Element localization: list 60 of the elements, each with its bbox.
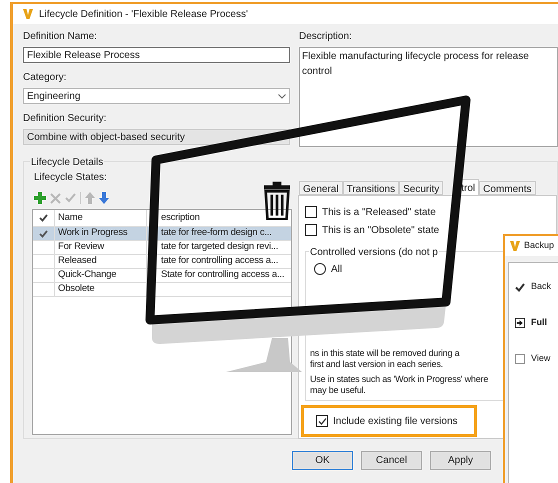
state-row[interactable]: For Review tate for targeted design revi... xyxy=(33,241,291,255)
column-header[interactable]: escription xyxy=(147,210,291,226)
name-field[interactable]: Flexible Release Process xyxy=(23,47,290,63)
column-header[interactable]: Name xyxy=(55,210,147,226)
dialog-button[interactable]: OK xyxy=(292,451,353,470)
field-label: Lifecycle States: xyxy=(33,171,108,185)
trash-icon xyxy=(262,180,292,220)
dialog-button[interactable]: Apply xyxy=(430,451,491,470)
group-title: Controlled versions (do not p xyxy=(309,245,439,260)
table-cell: Released xyxy=(55,255,147,268)
caret-icon xyxy=(278,94,286,98)
option-label: Back xyxy=(531,280,552,294)
group-title: Lifecycle Details xyxy=(30,155,104,170)
table-cell: Quick-Change xyxy=(55,269,147,282)
table-cell: State for controlling access a... xyxy=(161,269,284,282)
tab[interactable]: Security xyxy=(399,181,444,195)
table-cell: tate for free-form design c... xyxy=(161,227,272,240)
dialog-button[interactable]: Cancel xyxy=(361,451,422,470)
check-icon xyxy=(39,214,48,222)
checkbox[interactable] xyxy=(515,354,525,364)
tab[interactable]: Comments xyxy=(479,181,536,195)
note-text: may be useful. xyxy=(310,385,366,396)
add-icon[interactable] xyxy=(34,192,46,204)
state-row[interactable]: Work in Progress tate for free-form design c... xyxy=(33,227,291,241)
checkbox-label: This is an "Obsolete" state xyxy=(322,224,440,238)
table-cell: For Review xyxy=(55,241,147,254)
table-cell: tate for targeted design revi... xyxy=(161,241,278,254)
category-dropdown[interactable]: Engineering xyxy=(23,88,290,104)
check-icon xyxy=(515,282,525,292)
field-label: Definition Security: xyxy=(23,112,108,126)
option-label: View xyxy=(531,352,550,366)
app-logo-icon xyxy=(23,9,33,19)
radio-label: All xyxy=(331,262,342,276)
checkbox[interactable] xyxy=(305,224,317,236)
radio-button[interactable] xyxy=(314,263,326,275)
state-row[interactable]: Obsolete xyxy=(33,283,291,297)
window-title: Lifecycle Definition - 'Flexible Release Process' xyxy=(39,8,248,22)
checkbox[interactable] xyxy=(305,206,317,218)
state-row[interactable]: Released tate for controlling access a... xyxy=(33,255,291,269)
table-cell: Obsolete xyxy=(55,283,147,296)
app-logo-icon xyxy=(510,241,520,251)
checkbox[interactable] xyxy=(316,415,328,427)
state-row[interactable]: Quick-Change State for controlling access a... xyxy=(33,269,291,283)
note-text: Use in states such as 'Work in Progress' where xyxy=(310,374,488,385)
tab[interactable]: General xyxy=(299,181,343,195)
checkbox-label: Include existing file versions xyxy=(333,414,458,428)
down-arrow-icon[interactable] xyxy=(99,192,109,204)
arrow-icon xyxy=(515,318,525,328)
note-text: ns in this state will be removed during a xyxy=(310,348,460,359)
field-label: Category: xyxy=(23,71,68,85)
option-label: Full xyxy=(531,316,547,330)
checkbox-label: This is a "Released" state xyxy=(322,206,436,220)
field-label: Definition Name: xyxy=(23,30,98,44)
field-label: Description: xyxy=(299,30,353,44)
table-cell: Work in Progress xyxy=(55,227,147,240)
description-field[interactable]: Flexible manufacturing lifecycle process for release control xyxy=(299,47,558,147)
window-title: Backup xyxy=(524,239,554,252)
tab[interactable]: Transitions xyxy=(342,181,400,195)
note-text: first and last version in each series. xyxy=(310,359,443,370)
table-cell: tate for controlling access a... xyxy=(161,255,278,268)
